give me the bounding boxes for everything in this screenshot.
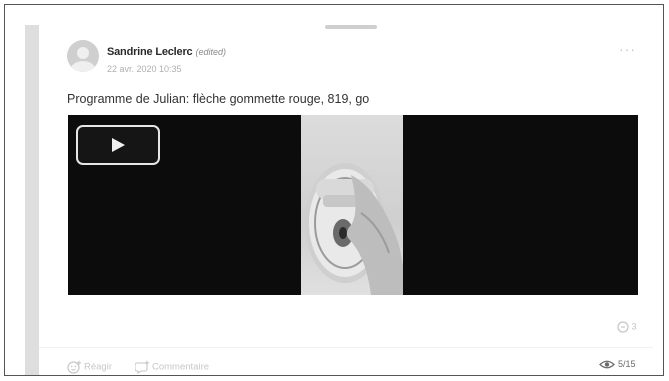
video-player[interactable] — [68, 115, 638, 295]
more-options-icon[interactable]: ··· — [619, 41, 636, 57]
comment-add-icon — [134, 360, 149, 375]
video-thumbnail — [301, 115, 403, 295]
left-gutter — [25, 25, 39, 375]
actions-divider — [39, 347, 653, 348]
comment-button[interactable]: Commentaire — [134, 360, 210, 375]
avatar-head-shape — [77, 47, 89, 59]
comment-icon — [617, 321, 629, 333]
views-value: 5/15 — [618, 359, 636, 369]
avatar-body-shape — [70, 61, 96, 72]
comment-count[interactable]: 3 — [617, 321, 637, 333]
post-date: 22 avr. 2020 10:35 — [107, 64, 182, 74]
react-button[interactable]: Réagir — [67, 360, 112, 374]
author-line: Sandrine Leclerc (edited) — [107, 46, 226, 58]
post-text: Programme de Julian: flèche gommette rou… — [67, 92, 370, 106]
react-label: Réagir — [84, 361, 112, 373]
avatar[interactable] — [67, 40, 99, 72]
eye-icon — [599, 360, 615, 369]
post-card: Sandrine Leclerc (edited) 22 avr. 2020 10… — [39, 29, 653, 375]
author-name[interactable]: Sandrine Leclerc — [107, 46, 193, 58]
react-icon — [67, 360, 81, 374]
edited-label: (edited) — [195, 47, 226, 57]
views-count[interactable]: 5/15 — [599, 359, 636, 370]
play-button[interactable] — [76, 125, 160, 165]
comment-label: Commentaire — [152, 361, 210, 373]
comment-count-value: 3 — [631, 321, 637, 332]
play-icon — [112, 138, 125, 152]
screenshot-frame: Sandrine Leclerc (edited) 22 avr. 2020 10… — [4, 4, 664, 376]
thermostat-hand-image — [305, 163, 403, 295]
